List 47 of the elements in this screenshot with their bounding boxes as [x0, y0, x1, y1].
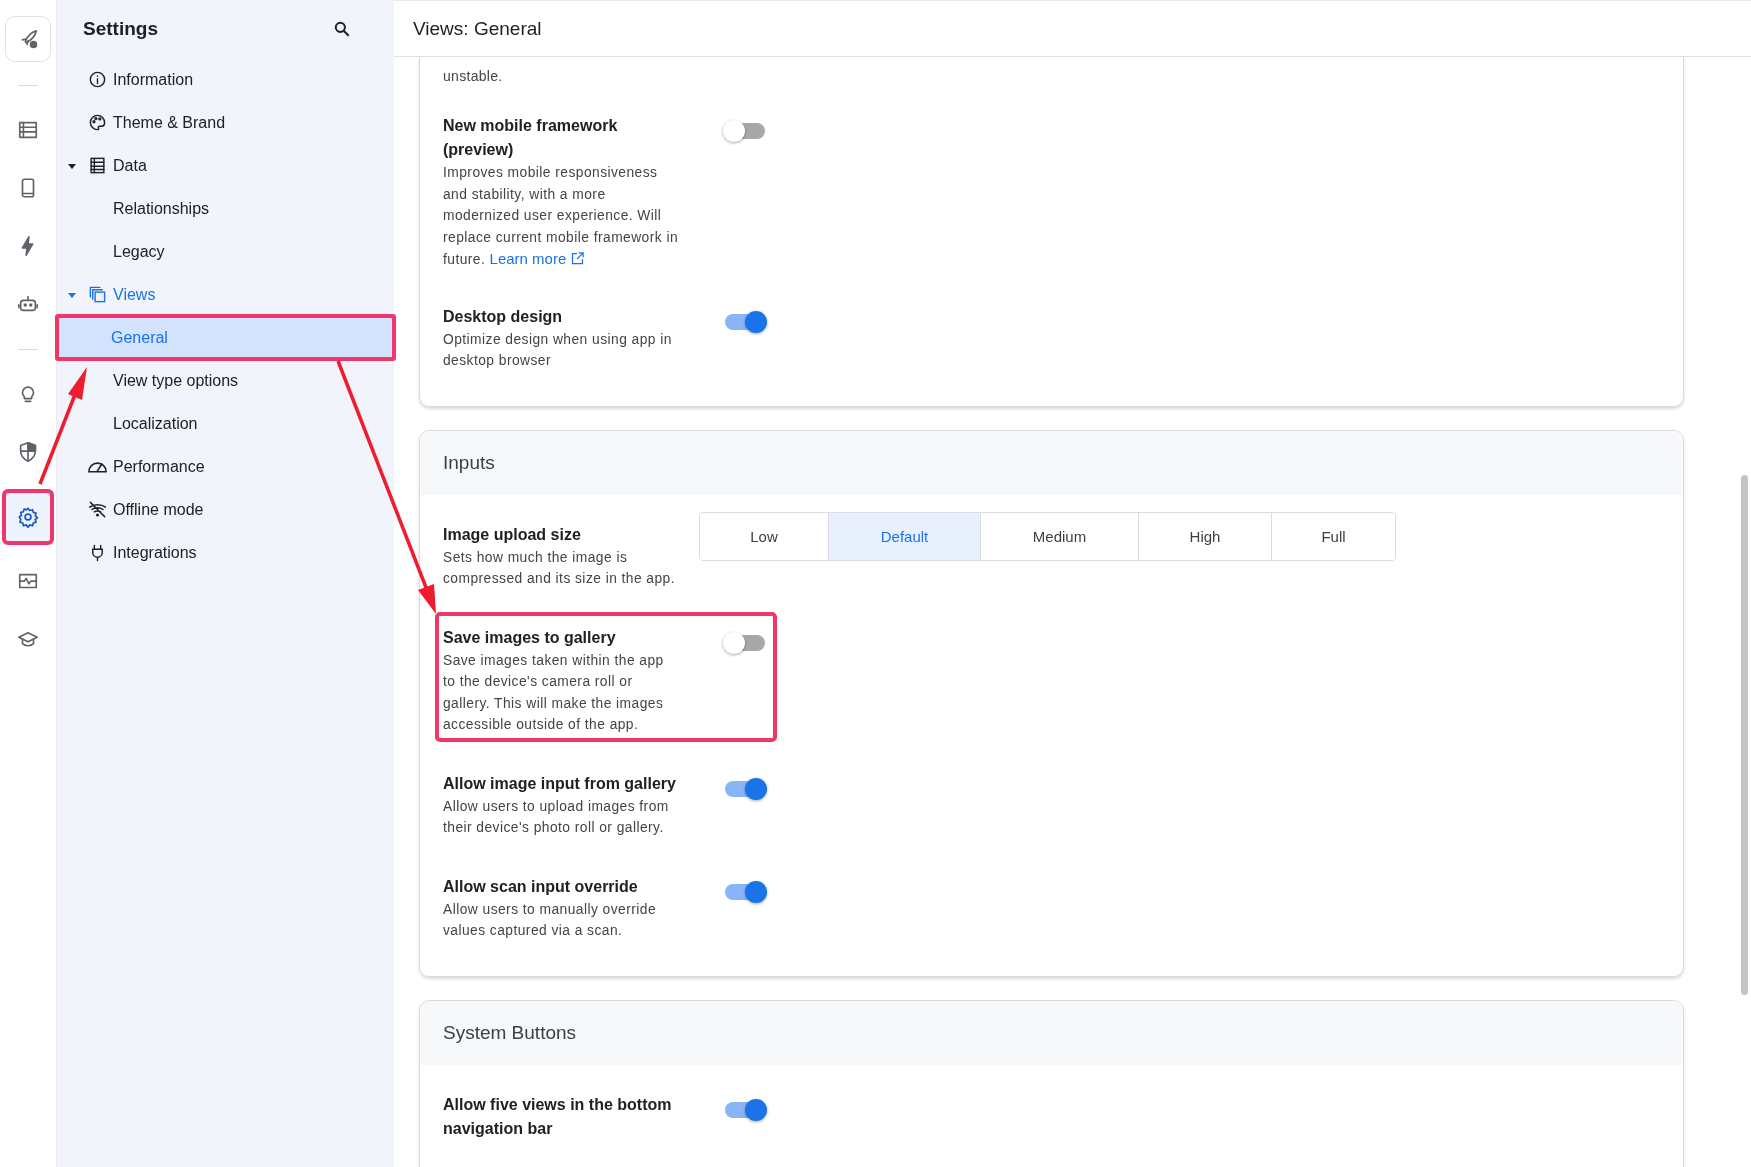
sidebar-item[interactable]: Integrations: [57, 531, 394, 574]
info-icon: [87, 70, 107, 89]
sidebar-item[interactable]: View type options: [57, 359, 394, 402]
setting-description: Allow users to manually override values captured via a scan.: [443, 900, 657, 940]
setting-description: Optimize design when using app in desktop browser: [443, 330, 673, 370]
sidebar-item[interactable]: Offline mode: [57, 488, 394, 531]
external-link-icon: [570, 251, 586, 266]
setting-description: Sets how much the image is compressed and its size in the app.: [443, 548, 677, 588]
setting-description: Allow users to upload images from their device's photo roll or gallery.: [443, 797, 670, 837]
sidebar-item[interactable]: General: [55, 314, 396, 361]
gear-icon: [17, 506, 39, 528]
setting-description: unstable.: [443, 68, 504, 84]
setting-description: Improves mobile responsiveness and stability, with a more modernized user experience. Will replace current mobile framework in future. Learn more: [443, 164, 679, 269]
shield-icon: [17, 441, 39, 463]
rail-button[interactable]: [2, 489, 54, 545]
sidebar-item[interactable]: Localization: [57, 402, 394, 445]
sidebar-item[interactable]: Performance: [57, 445, 394, 488]
table-icon: [87, 156, 107, 175]
toggle-switch[interactable]: [723, 118, 767, 144]
setting-description: Save images taken within the app to the device's camera roll or gallery. This will make the images accessible outside of the app.: [443, 651, 665, 734]
segment-button[interactable]: Full: [1271, 512, 1395, 560]
setting-title: Desktop design: [443, 306, 564, 327]
list-icon: [17, 119, 39, 141]
setting-title: Image upload size: [443, 524, 582, 545]
scrollbar[interactable]: [1741, 475, 1748, 995]
setting-title: New mobile framework (preview): [443, 116, 619, 160]
setting-title: Allow five views in the bottom navigation bar: [443, 1094, 673, 1139]
segment-button[interactable]: Default: [828, 512, 980, 560]
offline-icon: [87, 500, 107, 519]
setting-title: Allow scan input override: [443, 876, 639, 897]
sidebar-item[interactable]: Information: [57, 58, 394, 101]
sidebar-item[interactable]: Relationships: [57, 187, 394, 230]
section-heading: System Buttons: [443, 1021, 577, 1044]
palette-icon: [87, 113, 107, 132]
setting-title: Save images to gallery: [443, 627, 617, 648]
search-icon[interactable]: [332, 19, 352, 39]
gauge-icon: [87, 460, 107, 473]
sidebar-item[interactable]: Legacy: [57, 230, 394, 273]
sidebar-item[interactable]: Views: [57, 273, 394, 316]
sidebar-item[interactable]: Data: [57, 144, 394, 187]
views-icon: [87, 285, 107, 304]
sidebar-item[interactable]: Theme & Brand: [57, 101, 394, 144]
page-title: Views: General: [413, 17, 542, 40]
setting-title: Allow image input from gallery: [443, 773, 677, 794]
section-heading: Inputs: [443, 451, 495, 474]
sidebar-title: Settings: [83, 18, 158, 40]
learn-more-link[interactable]: Learn more: [489, 250, 586, 267]
